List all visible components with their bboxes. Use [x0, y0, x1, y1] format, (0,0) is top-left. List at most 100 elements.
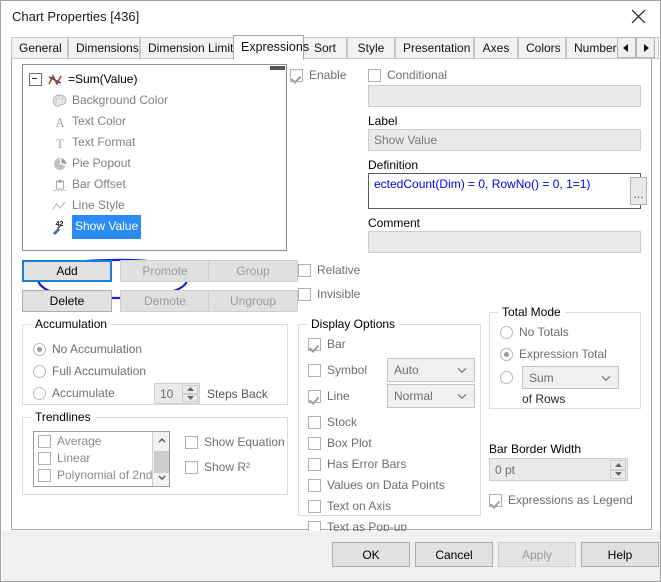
has-error-bars-checkbox[interactable]: Has Error Bars: [308, 457, 406, 471]
expression-tree[interactable]: =Sum(Value) Background Color A Text Colo…: [22, 64, 287, 251]
checkbox-icon[interactable]: [308, 499, 321, 513]
tab-colors[interactable]: Colors: [518, 37, 566, 59]
checkbox-icon[interactable]: [38, 434, 51, 448]
help-button[interactable]: Help: [581, 542, 659, 567]
tree-scroll-indicator[interactable]: [270, 66, 285, 70]
radio-no-accumulation[interactable]: No Accumulation: [33, 342, 142, 356]
line-combo[interactable]: Normal: [387, 384, 475, 408]
conditional-input[interactable]: [368, 85, 641, 107]
tab-style[interactable]: Style: [347, 37, 395, 59]
tab-general[interactable]: General: [11, 37, 68, 59]
checkbox-icon[interactable]: [290, 68, 303, 82]
checkbox-icon[interactable]: [308, 363, 321, 377]
tab-scroll-right-button[interactable]: [636, 37, 655, 58]
list-item[interactable]: Polynomial of 3rd d: [38, 485, 160, 486]
invisible-checkbox[interactable]: Invisible: [298, 287, 360, 301]
scroll-down-icon[interactable]: [153, 469, 169, 486]
aggregation-combo[interactable]: Sum: [522, 366, 619, 389]
promote-button[interactable]: Promote: [120, 260, 210, 282]
steps-back-stepper[interactable]: 10: [154, 383, 200, 404]
tree-item-text-format[interactable]: T Text Format: [51, 132, 136, 153]
scroll-up-icon[interactable]: [153, 432, 169, 449]
stepper-up-icon[interactable]: [182, 385, 198, 394]
list-item[interactable]: Linear: [38, 451, 90, 465]
stepper-buttons[interactable]: [610, 460, 626, 479]
add-button[interactable]: Add: [22, 260, 112, 282]
line-style-icon: [51, 198, 68, 214]
close-button[interactable]: [616, 1, 660, 31]
stepper-down-icon[interactable]: [182, 393, 198, 402]
checkbox-icon[interactable]: [308, 415, 321, 429]
stepper-buttons[interactable]: [182, 385, 198, 402]
line-label: Line: [327, 389, 350, 403]
list-item[interactable]: Average: [38, 434, 101, 448]
tab-axes[interactable]: Axes: [474, 37, 518, 59]
tree-item-text-color[interactable]: A Text Color: [51, 111, 126, 132]
enable-checkbox[interactable]: Enable: [290, 68, 346, 82]
radio-expression-total[interactable]: Expression Total: [500, 347, 607, 361]
relative-checkbox[interactable]: Relative: [298, 263, 360, 277]
tab-number[interactable]: Number: [566, 37, 621, 59]
checkbox-icon[interactable]: [308, 337, 321, 351]
trendlines-scrollbar[interactable]: [152, 432, 169, 486]
comment-input[interactable]: [368, 231, 641, 253]
ungroup-button[interactable]: Ungroup: [208, 290, 298, 312]
bar-checkbox[interactable]: Bar: [308, 337, 346, 351]
radio-aggregation-total[interactable]: [500, 371, 519, 384]
symbol-combo[interactable]: Auto: [387, 358, 475, 382]
checkbox-icon[interactable]: [298, 263, 311, 277]
trendlines-list[interactable]: Average Linear Polynomial of 2nd d Polyn…: [33, 431, 170, 487]
ok-button[interactable]: OK: [332, 542, 410, 567]
line-checkbox[interactable]: Line: [308, 389, 350, 403]
checkbox-icon[interactable]: [185, 460, 198, 474]
checkbox-icon[interactable]: [38, 451, 51, 465]
radio-accumulate[interactable]: Accumulate: [33, 386, 115, 400]
box-plot-checkbox[interactable]: Box Plot: [308, 436, 372, 450]
tree-item-background-color[interactable]: Background Color: [51, 90, 168, 111]
checkbox-icon[interactable]: [38, 468, 51, 482]
demote-button[interactable]: Demote: [120, 290, 210, 312]
group-button[interactable]: Group: [208, 260, 298, 282]
stepper-up-icon[interactable]: [610, 460, 626, 470]
bar-border-width-stepper[interactable]: 0 pt: [489, 458, 628, 481]
cancel-button[interactable]: Cancel: [415, 542, 493, 567]
tree-item-show-value[interactable]: 42 Show Value: [51, 214, 142, 239]
show-equation-checkbox[interactable]: Show Equation: [185, 435, 285, 449]
tab-expressions[interactable]: Expressions: [233, 35, 309, 60]
label-input[interactable]: Show Value: [368, 129, 641, 151]
tree-item-line-style[interactable]: Line Style: [51, 195, 125, 216]
values-on-data-points-checkbox[interactable]: Values on Data Points: [308, 478, 445, 492]
show-r2-checkbox[interactable]: Show R²: [185, 460, 250, 474]
radio-no-totals[interactable]: No Totals: [500, 325, 569, 339]
checkbox-icon[interactable]: [368, 68, 381, 82]
checkbox-icon[interactable]: [308, 478, 321, 492]
tab-presentation[interactable]: Presentation: [395, 37, 474, 59]
radio-full-accumulation[interactable]: Full Accumulation: [33, 364, 146, 378]
tab-dimensions[interactable]: Dimensions: [68, 37, 140, 59]
definition-input[interactable]: ectedCount(Dim) = 0, RowNo() = 0, 1=1): [368, 173, 641, 209]
tab-scroll-left-button[interactable]: [617, 37, 636, 58]
delete-button[interactable]: Delete: [22, 290, 112, 312]
tab-dimension-limits[interactable]: Dimension Limits: [140, 37, 239, 59]
stepper-down-icon[interactable]: [610, 469, 626, 479]
checkbox-icon[interactable]: [38, 485, 51, 486]
apply-button[interactable]: Apply: [498, 542, 576, 567]
list-item[interactable]: Polynomial of 2nd d: [38, 468, 162, 482]
checkbox-icon[interactable]: [308, 389, 321, 403]
tree-item-root[interactable]: =Sum(Value): [29, 69, 137, 90]
expressions-as-legend-checkbox[interactable]: Expressions as Legend: [489, 493, 633, 507]
checkbox-icon[interactable]: [489, 493, 502, 507]
checkbox-icon[interactable]: [308, 436, 321, 450]
conditional-checkbox[interactable]: Conditional: [368, 68, 447, 82]
symbol-checkbox[interactable]: Symbol: [308, 363, 367, 377]
tree-item-pie-popout[interactable]: Pie Popout: [51, 153, 131, 174]
text-on-axis-checkbox[interactable]: Text on Axis: [308, 499, 391, 513]
checkbox-icon[interactable]: [298, 287, 311, 301]
stock-checkbox[interactable]: Stock: [308, 415, 357, 429]
checkbox-icon[interactable]: [308, 457, 321, 471]
tab-sort[interactable]: Sort: [303, 37, 347, 59]
definition-expand-button[interactable]: ...: [630, 177, 647, 205]
tree-item-bar-offset[interactable]: Bar Offset: [51, 174, 126, 195]
tree-expander-icon[interactable]: [29, 73, 42, 86]
checkbox-icon[interactable]: [185, 435, 198, 449]
